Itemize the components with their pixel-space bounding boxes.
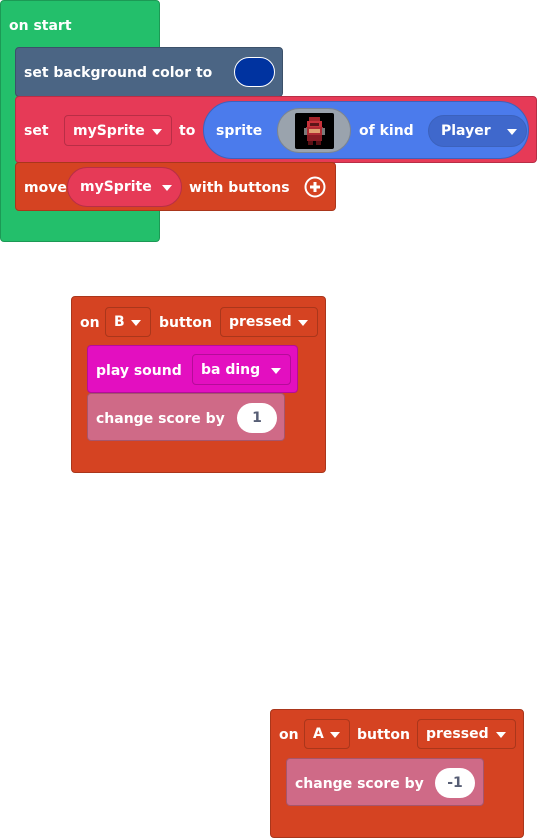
chevron-down-icon: [131, 320, 141, 326]
red-knight-sprite-icon: [295, 113, 334, 149]
button-b-dropdown-label: B: [114, 314, 125, 330]
play-sound-block[interactable]: play sound ba ding: [87, 345, 298, 393]
set-sprite-block[interactable]: set mySprite to sprite of kind Player: [15, 96, 537, 163]
variable-dropdown-label: mySprite: [73, 122, 145, 139]
move-variable-dropdown[interactable]: mySprite: [67, 167, 182, 207]
to-label: to: [179, 123, 196, 139]
chevron-down-icon: [162, 185, 172, 191]
chevron-down-icon: [298, 320, 308, 326]
chevron-down-icon: [152, 128, 162, 135]
kind-dropdown[interactable]: Player: [428, 115, 527, 147]
sprite-label: sprite: [216, 123, 263, 139]
score-value-input[interactable]: 1: [237, 403, 277, 433]
plus-circle-icon[interactable]: [304, 176, 326, 198]
sound-dropdown-label: ba ding: [201, 361, 261, 378]
on-label: on: [279, 727, 299, 743]
chevron-down-icon: [507, 129, 517, 135]
sprite-image-field[interactable]: [277, 108, 351, 153]
score-value-text: -1: [447, 775, 463, 791]
background-color-swatch[interactable]: [234, 57, 275, 87]
event-dropdown-label: pressed: [426, 726, 489, 742]
chevron-down-icon: [271, 367, 281, 374]
button-label: button: [357, 727, 410, 743]
event-dropdown[interactable]: pressed: [417, 719, 516, 749]
button-b-dropdown[interactable]: B: [105, 307, 151, 337]
score-value-input[interactable]: -1: [435, 768, 475, 798]
set-background-color-block[interactable]: set background color to: [15, 47, 283, 97]
change-score-block[interactable]: change score by 1: [87, 393, 285, 441]
chevron-down-icon: [330, 732, 340, 738]
button-a-dropdown-label: A: [313, 726, 324, 742]
button-a-dropdown[interactable]: A: [304, 719, 350, 749]
play-sound-label: play sound: [96, 363, 182, 379]
set-background-label: set background color to: [24, 65, 213, 81]
variable-dropdown[interactable]: mySprite: [64, 115, 172, 146]
move-variable-dropdown-label: mySprite: [80, 179, 152, 195]
change-score-label: change score by: [96, 411, 225, 427]
kind-dropdown-label: Player: [441, 123, 491, 139]
sound-dropdown[interactable]: ba ding: [192, 354, 291, 385]
change-score-block[interactable]: change score by -1: [286, 758, 484, 806]
button-label: button: [159, 315, 212, 331]
sprite-pixel-art: [304, 117, 325, 145]
sprite-reporter-block[interactable]: sprite of kind Player: [203, 101, 529, 159]
event-dropdown[interactable]: pressed: [220, 307, 318, 337]
with-buttons-label: with buttons: [189, 180, 290, 196]
move-label: move: [24, 180, 67, 196]
of-kind-label: of kind: [359, 123, 414, 139]
chevron-down-icon: [496, 732, 506, 738]
on-start-label: on start: [9, 18, 72, 34]
set-label: set: [24, 123, 49, 139]
change-score-label: change score by: [295, 776, 424, 792]
score-value-text: 1: [252, 410, 262, 426]
on-label: on: [80, 315, 100, 331]
event-dropdown-label: pressed: [229, 314, 292, 330]
move-sprite-block[interactable]: move mySprite with buttons: [15, 162, 336, 211]
